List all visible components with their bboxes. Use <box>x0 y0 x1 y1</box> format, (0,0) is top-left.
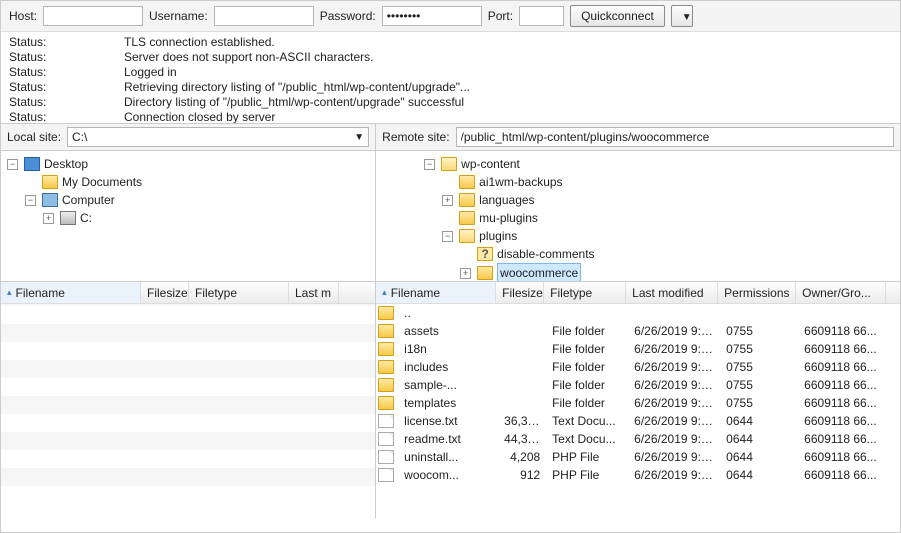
file-icon <box>378 450 394 464</box>
parent-dir-row[interactable]: .. <box>376 304 900 322</box>
log-message: TLS connection established. <box>124 35 275 50</box>
file-row[interactable]: i18nFile folder6/26/2019 9:34:...0755660… <box>376 340 900 358</box>
collapse-icon[interactable]: − <box>424 159 435 170</box>
chevron-down-icon[interactable]: ▼ <box>354 132 364 143</box>
local-site-panel: Local site: C:\ ▼ − Desktop My Documents … <box>1 124 376 281</box>
folder-icon <box>378 378 394 392</box>
message-log[interactable]: Status:TLS connection established.Status… <box>1 32 900 124</box>
file-row[interactable]: uninstall...4,208PHP File6/26/2019 9:34:… <box>376 448 900 466</box>
file-row[interactable]: assetsFile folder6/26/2019 9:34:...07556… <box>376 322 900 340</box>
tree-item-woocommerce[interactable]: woocommerce <box>497 263 581 281</box>
folder-open-icon <box>459 229 475 243</box>
chevron-down-icon: ▼ <box>682 12 692 23</box>
quickconnect-button[interactable]: Quickconnect <box>570 5 665 27</box>
sort-asc-icon: ▴ <box>7 287 12 298</box>
column-header[interactable]: Filesize <box>141 282 189 303</box>
tree-item-ai1wm[interactable]: ai1wm-backups <box>479 173 562 191</box>
column-header[interactable]: ▴Filename <box>1 282 141 303</box>
folder-icon <box>459 175 475 189</box>
quickconnect-toolbar: Host: Username: Password: Port: Quickcon… <box>1 1 900 32</box>
file-row[interactable]: woocom...912PHP File6/26/2019 9:34:...06… <box>376 466 900 484</box>
desktop-icon <box>24 157 40 171</box>
sort-asc-icon: ▴ <box>382 287 387 298</box>
password-label: Password: <box>320 9 376 23</box>
log-message: Retrieving directory listing of "/public… <box>124 80 470 95</box>
folder-icon <box>378 360 394 374</box>
file-row[interactable]: sample-...File folder6/26/2019 9:34:...0… <box>376 376 900 394</box>
expand-icon[interactable]: + <box>43 213 54 224</box>
folder-icon <box>42 175 58 189</box>
column-header[interactable]: Filetype <box>189 282 289 303</box>
file-icon <box>378 414 394 428</box>
port-label: Port: <box>488 9 513 23</box>
local-file-list[interactable]: ▴FilenameFilesizeFiletypeLast m <box>1 282 376 518</box>
tree-item-mydocs[interactable]: My Documents <box>62 173 142 191</box>
computer-icon <box>42 193 58 207</box>
log-label: Status: <box>9 95 124 110</box>
log-label: Status: <box>9 80 124 95</box>
local-path-input[interactable]: C:\ ▼ <box>67 127 369 147</box>
quickconnect-history-button[interactable]: ▼ <box>671 5 693 27</box>
expand-icon[interactable]: + <box>460 268 471 279</box>
folder-icon <box>459 211 475 225</box>
log-message: Directory listing of "/public_html/wp-co… <box>124 95 464 110</box>
column-header[interactable]: Filesize <box>496 282 544 303</box>
tree-item-desktop[interactable]: Desktop <box>44 155 88 173</box>
password-input[interactable] <box>382 6 482 26</box>
log-label: Status: <box>9 110 124 124</box>
tree-item-disable[interactable]: disable-comments <box>497 245 594 263</box>
folder-icon <box>459 193 475 207</box>
tree-item-c-drive[interactable]: C: <box>80 209 92 227</box>
log-message: Logged in <box>124 65 177 80</box>
local-tree[interactable]: − Desktop My Documents − Computer + C: <box>1 151 375 281</box>
column-header[interactable]: Last modified <box>626 282 718 303</box>
log-label: Status: <box>9 50 124 65</box>
port-input[interactable] <box>519 6 564 26</box>
file-row[interactable]: readme.txt44,369Text Docu...6/26/2019 9:… <box>376 430 900 448</box>
column-header[interactable]: Permissions <box>718 282 796 303</box>
tree-item-languages[interactable]: languages <box>479 191 534 209</box>
local-site-label: Local site: <box>7 130 61 144</box>
tree-item-wpcontent[interactable]: wp-content <box>461 155 520 173</box>
file-icon <box>378 468 394 482</box>
host-input[interactable] <box>43 6 143 26</box>
collapse-icon[interactable]: − <box>442 231 453 242</box>
remote-file-list[interactable]: ▴FilenameFilesizeFiletypeLast modifiedPe… <box>376 282 900 518</box>
file-row[interactable]: templatesFile folder6/26/2019 9:34:...07… <box>376 394 900 412</box>
folder-icon <box>378 342 394 356</box>
column-header[interactable]: Owner/Gro... <box>796 282 886 303</box>
file-icon <box>378 432 394 446</box>
host-label: Host: <box>9 9 37 23</box>
log-label: Status: <box>9 35 124 50</box>
column-header[interactable]: Last m <box>289 282 339 303</box>
log-message: Connection closed by server <box>124 110 275 124</box>
expand-icon[interactable]: + <box>442 195 453 206</box>
drive-icon <box>60 211 76 225</box>
username-label: Username: <box>149 9 208 23</box>
tree-item-plugins[interactable]: plugins <box>479 227 517 245</box>
log-label: Status: <box>9 65 124 80</box>
unknown-folder-icon: ? <box>477 247 493 261</box>
tree-item-muplugins[interactable]: mu-plugins <box>479 209 538 227</box>
folder-icon <box>378 324 394 338</box>
collapse-icon[interactable]: − <box>25 195 36 206</box>
username-input[interactable] <box>214 6 314 26</box>
log-message: Server does not support non-ASCII charac… <box>124 50 373 65</box>
folder-icon <box>378 396 394 410</box>
file-row[interactable]: includesFile folder6/26/2019 9:34:...075… <box>376 358 900 376</box>
column-header[interactable]: ▴Filename <box>376 282 496 303</box>
folder-icon <box>378 306 394 320</box>
folder-open-icon <box>441 157 457 171</box>
tree-item-computer[interactable]: Computer <box>62 191 115 209</box>
column-header[interactable]: Filetype <box>544 282 626 303</box>
remote-tree[interactable]: − wp-content ai1wm-backups + languages mu-… <box>376 151 900 281</box>
local-file-rows[interactable] <box>1 304 375 504</box>
remote-site-label: Remote site: <box>382 130 449 144</box>
remote-path-input[interactable] <box>456 127 894 147</box>
file-row[interactable]: license.txt36,318Text Docu...6/26/2019 9… <box>376 412 900 430</box>
folder-icon <box>477 266 493 280</box>
remote-site-panel: Remote site: − wp-content ai1wm-backups +… <box>376 124 900 281</box>
collapse-icon[interactable]: − <box>7 159 18 170</box>
